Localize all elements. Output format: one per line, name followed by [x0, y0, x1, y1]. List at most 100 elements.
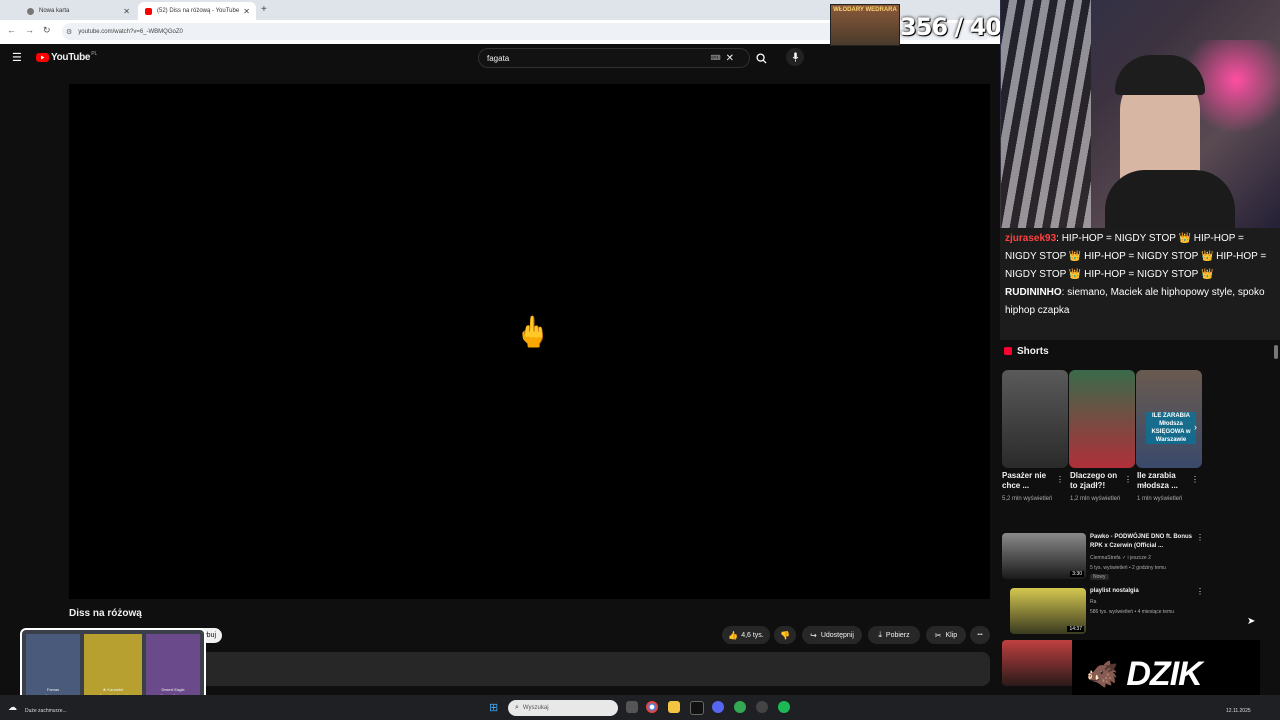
discord-icon[interactable]: [712, 701, 724, 713]
goal-label: WŁODARY WEDRARA: [833, 7, 897, 13]
thumbs-down-icon: 👎: [780, 630, 790, 640]
youtube-logo[interactable]: YouTube PL: [36, 51, 97, 63]
brand-text: DZIK: [1126, 654, 1202, 693]
forward-icon[interactable]: →: [25, 25, 34, 35]
video-duration: 3:30: [1070, 571, 1084, 577]
url-text: youtube.com/watch?v=6_-WBMQGoZ0: [78, 28, 183, 35]
keyboard-icon[interactable]: ⌨: [711, 54, 721, 62]
share-label: Udostępnij: [820, 631, 854, 639]
video-title[interactable]: playlist nostalgia: [1090, 587, 1200, 596]
obs-icon[interactable]: [756, 701, 768, 713]
clear-search-icon[interactable]: ✕: [726, 53, 734, 64]
taskbar-search[interactable]: ⌕ Wyszukaj: [508, 700, 618, 716]
new-tab-button[interactable]: +: [261, 4, 267, 15]
like-button[interactable]: 👍 4,6 tys.: [722, 626, 770, 644]
more-vert-icon[interactable]: ⋮: [1191, 475, 1199, 484]
video-thumbnail[interactable]: 14:37: [1010, 588, 1086, 634]
spotify-icon[interactable]: [778, 701, 790, 713]
folder-icon[interactable]: [668, 701, 680, 713]
video-meta: 5 tys. wyświetleń • 2 godziny temu: [1090, 565, 1166, 571]
dislike-button[interactable]: 👎: [774, 626, 796, 644]
case-item-name: Famas: [46, 687, 60, 692]
reload-icon[interactable]: ↻: [43, 25, 51, 36]
search-input[interactable]: fagata: [487, 54, 711, 63]
case-item: Desert Eagle Ocean Dragon: [146, 634, 200, 700]
description-box[interactable]: [69, 652, 990, 686]
chevron-right-icon[interactable]: ›: [1194, 422, 1197, 432]
short-title[interactable]: Dlaczego on to zjadł?!: [1070, 471, 1120, 491]
download-icon: ⤓: [878, 630, 882, 639]
like-count: 4,6 tys.: [741, 631, 764, 639]
search-box[interactable]: fagata ⌨ ✕: [478, 48, 750, 68]
search-icon: ⌕: [515, 704, 519, 711]
boar-icon: 🐗: [1086, 658, 1119, 689]
more-vert-icon[interactable]: ⋮: [1056, 475, 1064, 484]
middle-finger-emoji: 🖕: [514, 316, 552, 349]
chat-message: RUDININHO: siemano, Maciek ale hiphopowy…: [1000, 284, 1280, 320]
taskbar-date: 12.11.2025: [1226, 708, 1251, 714]
close-icon[interactable]: ✕: [243, 7, 250, 16]
clip-label: Klip: [945, 631, 958, 639]
case-item: Famas Sergeant: [26, 634, 80, 700]
video-player[interactable]: 🖕: [69, 84, 990, 599]
video-title[interactable]: Pawko - PODWÓJNE DNO ft. Bonus RPK x Cze…: [1090, 533, 1200, 551]
short-thumb-text: ILE ZARABIA Młodsza KSIĘGOWA w Warszawie: [1146, 412, 1196, 444]
video-title: Diss na różową: [69, 608, 142, 619]
case-item-name: Desert Eagle: [161, 687, 185, 692]
menu-icon[interactable]: ☰: [12, 51, 22, 64]
stream-chat: zjurasek93: HIP-HOP = NIGDY STOP 👑 HIP-H…: [1000, 228, 1280, 340]
clip-button[interactable]: ✂ Klip: [926, 626, 966, 644]
youtube-logo-text: YouTube: [51, 52, 91, 63]
thumbs-up-icon: 👍: [728, 630, 739, 640]
tab-title: Nowa karta: [39, 8, 70, 14]
striped-curtain: [1001, 0, 1091, 228]
youtube-logo-icon: [36, 53, 49, 62]
scrollbar-thumb[interactable]: [1274, 345, 1278, 359]
more-vert-icon[interactable]: ⋮: [1196, 533, 1204, 542]
tab-youtube[interactable]: (52) Diss na różową - YouTube ✕: [138, 2, 256, 20]
chrome-icon[interactable]: [646, 701, 658, 713]
search-icon[interactable]: [756, 51, 767, 69]
short-views: 5,2 mln wyświetleń: [1002, 496, 1053, 502]
video-channel[interactable]: Ra: [1090, 598, 1210, 606]
short-thumbnail[interactable]: [1002, 370, 1068, 468]
more-icon: •••: [977, 632, 983, 638]
close-icon[interactable]: ✕: [123, 7, 130, 16]
goal-image: WŁODARY WEDRARA: [830, 4, 900, 46]
back-icon[interactable]: ←: [7, 25, 16, 35]
more-vert-icon[interactable]: ⋮: [1196, 587, 1204, 596]
video-thumbnail[interactable]: 3:30: [1002, 533, 1086, 579]
windows-start-icon[interactable]: ⊞: [489, 701, 498, 714]
site-info-icon[interactable]: ⚙: [66, 28, 72, 36]
scissors-icon: ✂: [934, 630, 942, 640]
mouse-cursor-icon: ➤: [1247, 616, 1256, 627]
app-icon[interactable]: [690, 701, 704, 715]
more-actions-button[interactable]: •••: [970, 626, 990, 644]
webcam-feed: [1000, 0, 1280, 228]
task-view-icon[interactable]: [626, 701, 638, 713]
share-button[interactable]: ↪ Udostępnij: [802, 626, 862, 644]
torso: [1105, 170, 1235, 228]
video-channel[interactable]: CiemnaStrefa ✓ i jeszcze 2: [1090, 554, 1210, 562]
case-item-name: ★ Karambit: [102, 687, 124, 692]
download-button[interactable]: ⤓ Pobierz: [868, 626, 920, 644]
globe-icon: [27, 7, 34, 15]
more-vert-icon[interactable]: ⋮: [1124, 475, 1132, 484]
short-title[interactable]: Ile zarabia młodsza ...: [1137, 471, 1187, 491]
share-icon: ↪: [810, 630, 817, 640]
video-duration: 14:37: [1067, 626, 1084, 632]
chrome-alt-icon[interactable]: [734, 701, 746, 713]
weather-text[interactable]: Duże zachmurze...: [25, 708, 67, 714]
youtube-page: ☰ YouTube PL fagata ⌨ ✕ 🖕 Diss na różową…: [0, 44, 1000, 695]
shorts-title: Shorts: [1017, 346, 1049, 357]
short-title[interactable]: Pasażer nie chce ...: [1002, 471, 1052, 491]
taskbar-search-placeholder: Wyszukaj: [522, 705, 549, 711]
short-views: 1,2 mln wyświetleń: [1070, 496, 1121, 502]
short-thumbnail[interactable]: ILE ZARABIA Młodsza KSIĘGOWA w Warszawie: [1136, 370, 1202, 468]
short-thumbnail[interactable]: [1069, 370, 1135, 468]
weather-icon[interactable]: ☁: [8, 702, 17, 713]
tab-new[interactable]: Nowa karta ✕: [20, 2, 136, 20]
download-label: Pobierz: [885, 631, 910, 639]
tab-title: (52) Diss na różową - YouTube: [157, 8, 240, 14]
microphone-icon[interactable]: [786, 48, 804, 66]
